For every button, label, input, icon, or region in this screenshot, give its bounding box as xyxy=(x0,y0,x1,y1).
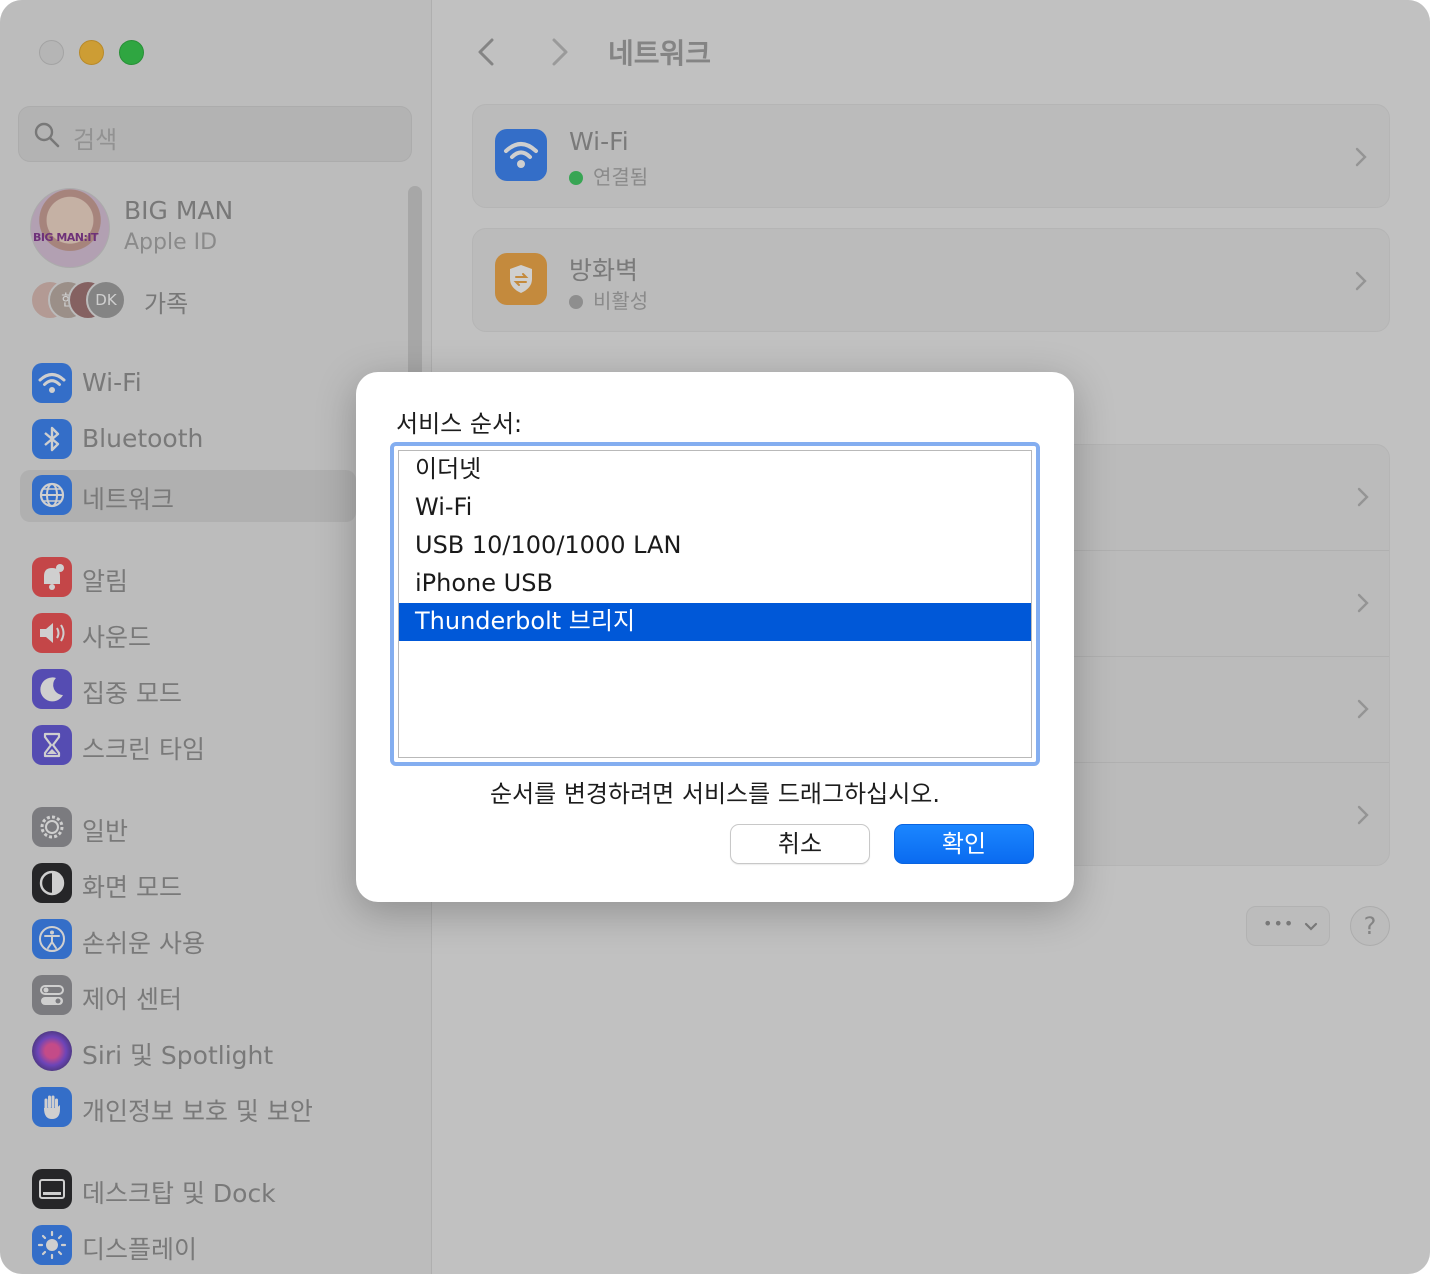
list-item-selected[interactable]: Thunderbolt 브리지 xyxy=(399,603,1031,641)
list-item[interactable]: USB 10/100/1000 LAN xyxy=(399,527,1031,565)
dialog-label: 서비스 순서: xyxy=(396,410,523,438)
service-order-dialog: 서비스 순서: 이더넷 Wi-Fi USB 10/100/1000 LAN iP… xyxy=(356,372,1074,902)
service-order-list-focus: 이더넷 Wi-Fi USB 10/100/1000 LAN iPhone USB… xyxy=(390,442,1040,766)
list-item[interactable]: 이더넷 xyxy=(399,451,1031,489)
cancel-button[interactable]: 취소 xyxy=(730,824,870,864)
dialog-hint: 순서를 변경하려면 서비스를 드래그하십시오. xyxy=(489,780,941,808)
list-item[interactable]: Wi-Fi xyxy=(399,489,1031,527)
service-order-list[interactable]: 이더넷 Wi-Fi USB 10/100/1000 LAN iPhone USB… xyxy=(398,450,1032,758)
settings-window: 검색 BIG MAN:IT BIG MAN Apple ID 현 DK 가족 W… xyxy=(0,0,1430,1274)
ok-button[interactable]: 확인 xyxy=(894,824,1034,864)
list-item[interactable]: iPhone USB xyxy=(399,565,1031,603)
